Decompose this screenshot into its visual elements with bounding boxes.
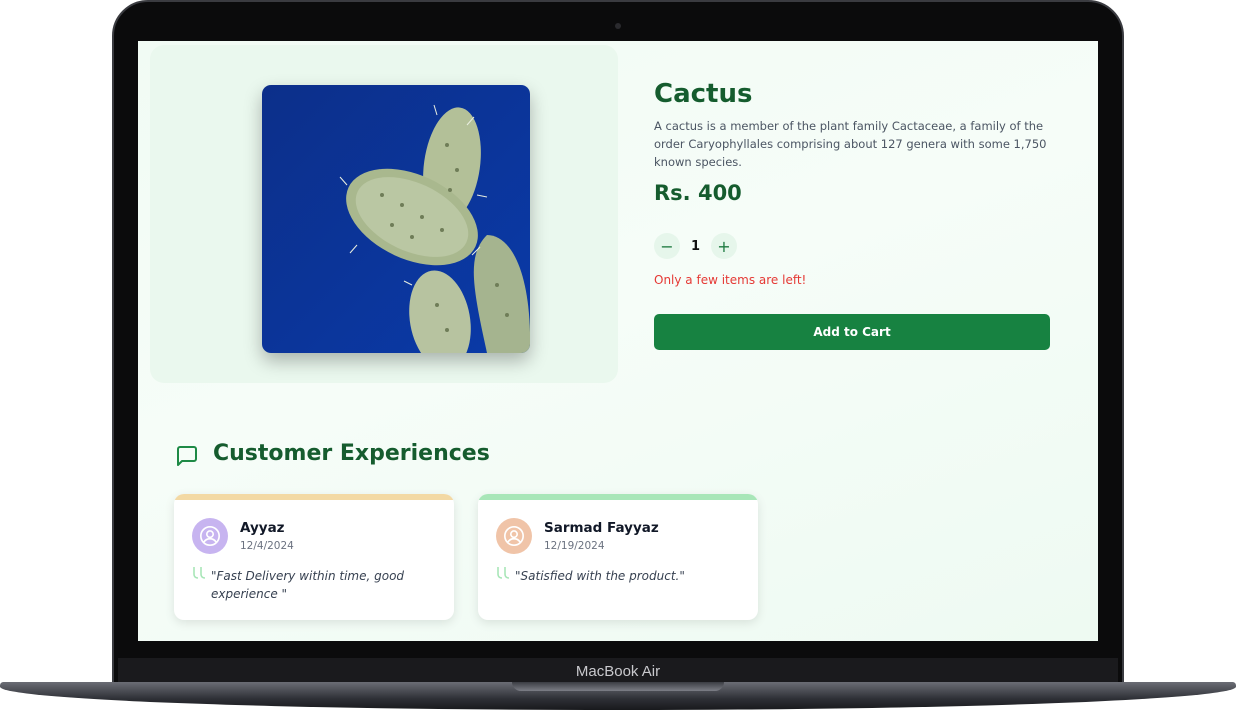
review-text: "Fast Delivery within time, good experie… [211,569,405,601]
quantity-stepper: − 1 + [654,233,737,259]
laptop-notch [512,682,724,691]
product-image [262,85,530,353]
section-title: Customer Experiences [213,441,490,466]
stock-warning: Only a few items are left! [654,273,807,287]
avatar [496,518,532,554]
decrement-button[interactable]: − [654,233,680,259]
quote-icon [193,567,206,579]
review-card: Sarmad Fayyaz 12/19/2024 "Satisfied with… [478,494,758,620]
page: Cactus A cactus is a member of the plant… [0,0,1236,710]
review-accent [478,494,758,500]
minus-icon: − [660,236,674,256]
review-text: "Satisfied with the product." [515,569,685,583]
quantity-value: 1 [690,238,701,254]
avatar [192,518,228,554]
user-icon [200,526,220,546]
screen: Cactus A cactus is a member of the plant… [138,41,1098,641]
product-price: Rs. 400 [654,181,742,205]
reviewer-name: Sarmad Fayyaz [544,520,659,536]
review-date: 12/4/2024 [240,540,294,552]
quote-icon [497,567,510,579]
user-icon [504,526,524,546]
product-title: Cactus [654,79,753,109]
reviewer-name: Ayyaz [240,520,285,536]
increment-button[interactable]: + [711,233,737,259]
camera-icon [615,23,621,29]
review-accent [174,494,454,500]
add-to-cart-button[interactable]: Add to Cart [654,314,1050,350]
product-image-panel [150,45,618,383]
device-label: MacBook Air [575,663,661,680]
message-square-icon [177,446,197,466]
review-date: 12/19/2024 [544,540,605,552]
plus-icon: + [717,236,731,256]
review-card: Ayyaz 12/4/2024 "Fast Delivery within ti… [174,494,454,620]
product-description: A cactus is a member of the plant family… [654,119,1047,169]
